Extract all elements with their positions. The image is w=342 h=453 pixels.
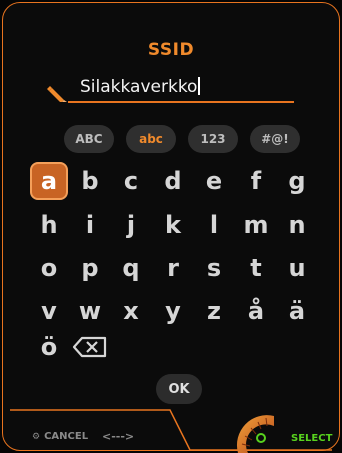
- footer-divider: [10, 409, 332, 451]
- key-a[interactable]: a: [30, 162, 68, 200]
- cancel-hint[interactable]: ⚙ CANCEL: [32, 431, 88, 442]
- key-g[interactable]: g: [278, 162, 316, 200]
- ssid-input-text: Silakkaverkko: [80, 77, 198, 97]
- mode-symbols-button[interactable]: #@!: [250, 125, 300, 153]
- key-o[interactable]: o: [30, 249, 68, 287]
- key-n[interactable]: n: [278, 206, 316, 244]
- key-o-umlaut[interactable]: ö: [30, 328, 68, 366]
- key-m[interactable]: m: [237, 206, 275, 244]
- key-w[interactable]: w: [71, 292, 109, 330]
- key-s[interactable]: s: [195, 249, 233, 287]
- key-l[interactable]: l: [195, 206, 233, 244]
- mode-lowercase-button[interactable]: abc: [126, 125, 176, 153]
- key-b[interactable]: b: [71, 162, 109, 200]
- key-v[interactable]: v: [30, 292, 68, 330]
- key-y[interactable]: y: [154, 292, 192, 330]
- key-a-ring[interactable]: å: [237, 292, 275, 330]
- key-z[interactable]: z: [195, 292, 233, 330]
- key-x[interactable]: x: [112, 292, 150, 330]
- key-a-umlaut[interactable]: ä: [278, 292, 316, 330]
- dialog-title: SSID: [147, 40, 195, 60]
- cancel-label: CANCEL: [44, 431, 89, 442]
- select-label[interactable]: SELECT: [291, 433, 332, 444]
- key-j[interactable]: j: [112, 206, 150, 244]
- ssid-input[interactable]: Silakkaverkko: [80, 77, 200, 97]
- key-e[interactable]: e: [195, 162, 233, 200]
- backspace-icon[interactable]: [72, 334, 108, 360]
- key-u[interactable]: u: [278, 249, 316, 287]
- rotary-knob-icon: [236, 415, 274, 453]
- key-f[interactable]: f: [237, 162, 275, 200]
- pencil-icon: [47, 86, 67, 102]
- text-caret: [198, 77, 200, 95]
- key-r[interactable]: r: [154, 249, 192, 287]
- mode-numbers-button[interactable]: 123: [188, 125, 238, 153]
- key-p[interactable]: p: [71, 249, 109, 287]
- gear-icon: ⚙: [32, 431, 41, 442]
- key-h[interactable]: h: [30, 206, 68, 244]
- key-i[interactable]: i: [71, 206, 109, 244]
- navigate-hint: <--->: [102, 430, 135, 443]
- key-c[interactable]: c: [112, 162, 150, 200]
- key-t[interactable]: t: [237, 249, 275, 287]
- key-q[interactable]: q: [112, 249, 150, 287]
- key-d[interactable]: d: [154, 162, 192, 200]
- input-underline: [68, 101, 294, 103]
- select-ring-icon: [256, 433, 266, 443]
- key-k[interactable]: k: [154, 206, 192, 244]
- mode-uppercase-button[interactable]: ABC: [64, 125, 114, 153]
